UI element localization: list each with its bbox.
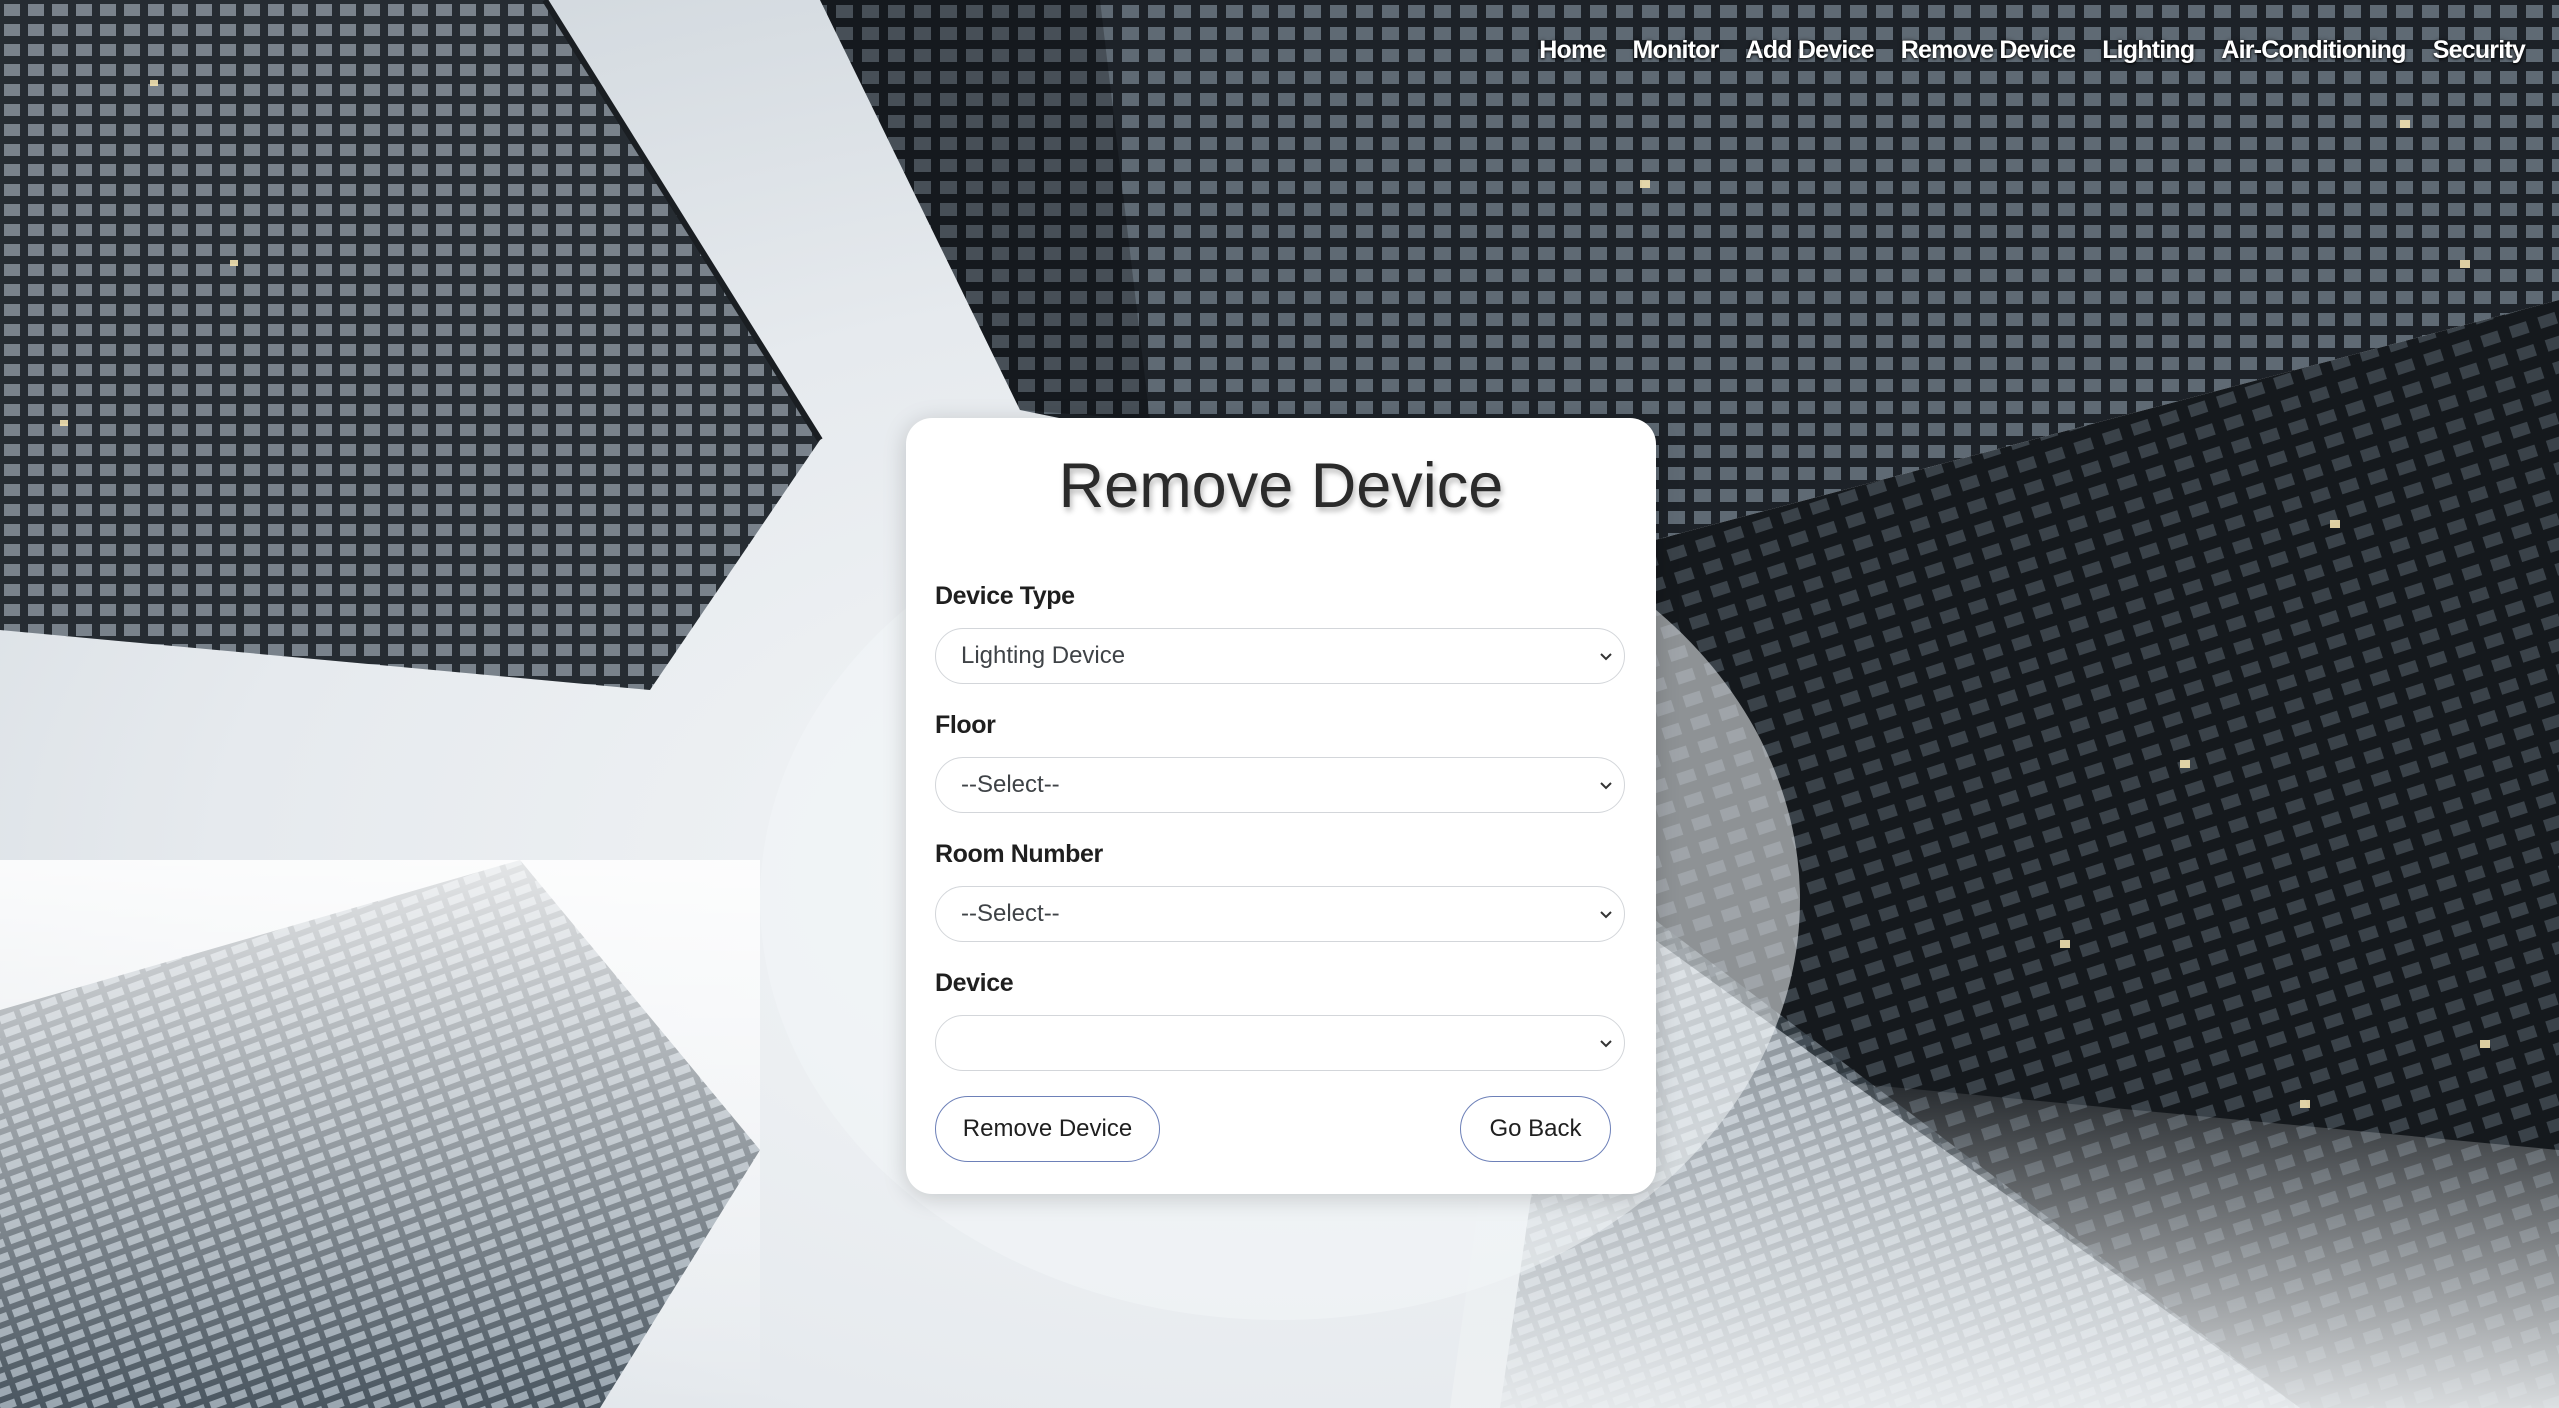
go-back-button[interactable]: Go Back — [1460, 1096, 1611, 1162]
top-navigation: Home Monitor Add Device Remove Device Li… — [1539, 36, 2526, 65]
device-label: Device — [935, 969, 1014, 997]
nav-link-security[interactable]: Security — [2433, 36, 2526, 65]
nav-link-air-conditioning[interactable]: Air-Conditioning — [2221, 36, 2406, 65]
room-number-select[interactable]: --Select-- — [935, 886, 1625, 942]
chevron-down-icon — [1600, 782, 1612, 790]
device-type-label: Device Type — [935, 582, 1075, 610]
device-select[interactable] — [935, 1015, 1625, 1071]
device-type-select[interactable]: Lighting Device — [935, 628, 1625, 684]
nav-link-add-device[interactable]: Add Device — [1746, 36, 1875, 65]
nav-link-home[interactable]: Home — [1539, 36, 1606, 65]
nav-link-remove-device[interactable]: Remove Device — [1901, 36, 2076, 65]
nav-link-lighting[interactable]: Lighting — [2102, 36, 2195, 65]
nav-link-monitor[interactable]: Monitor — [1633, 36, 1720, 65]
floor-select[interactable]: --Select-- — [935, 757, 1625, 813]
device-type-selected-value: Lighting Device — [961, 642, 1126, 669]
floor-label: Floor — [935, 711, 996, 739]
chevron-down-icon — [1600, 1040, 1612, 1048]
chevron-down-icon — [1600, 653, 1612, 661]
room-number-label: Room Number — [935, 840, 1103, 868]
remove-device-form-card: Remove Device Device Type Lighting Devic… — [906, 418, 1656, 1194]
remove-device-button[interactable]: Remove Device — [935, 1096, 1160, 1162]
room-number-selected-value: --Select-- — [961, 900, 1060, 927]
form-title: Remove Device — [1058, 451, 1504, 521]
floor-selected-value: --Select-- — [961, 771, 1060, 798]
page: Home Monitor Add Device Remove Device Li… — [0, 0, 2559, 1408]
chevron-down-icon — [1600, 911, 1612, 919]
